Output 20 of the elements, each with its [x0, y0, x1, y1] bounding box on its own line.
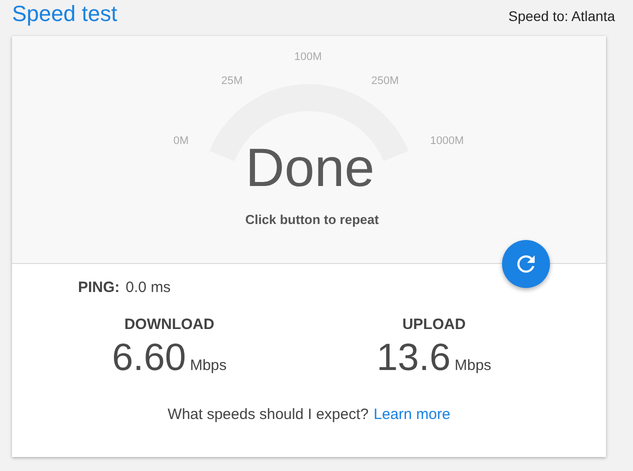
repeat-button[interactable] [502, 240, 550, 288]
learn-more-link[interactable]: Learn more [374, 406, 450, 423]
ping-value: 0.0 ms [126, 279, 171, 296]
server-label: Speed to: Atlanta [508, 8, 615, 24]
gauge-tick-label: 25M [221, 75, 243, 87]
gauge-tick-label: 100M [294, 51, 322, 63]
question-text: What speeds should I expect? [168, 406, 369, 423]
speed-unit: Mbps [454, 357, 492, 374]
gauge-tick-label: 250M [371, 75, 399, 87]
gauge-tick-label: 1000M [430, 135, 464, 147]
ping-label: PING: [78, 279, 120, 296]
status-text: Done [245, 138, 375, 198]
speed-value: 13.6 [376, 337, 451, 380]
speed-value: 6.60 [112, 337, 186, 380]
hint-text: Click button to repeat [245, 212, 379, 227]
result-label: DOWNLOAD [124, 316, 214, 333]
result-label: UPLOAD [402, 316, 466, 333]
gauge-tick-label: 0M [173, 135, 189, 147]
page-title: Speed test [12, 1, 118, 27]
speed-unit: Mbps [190, 357, 227, 374]
